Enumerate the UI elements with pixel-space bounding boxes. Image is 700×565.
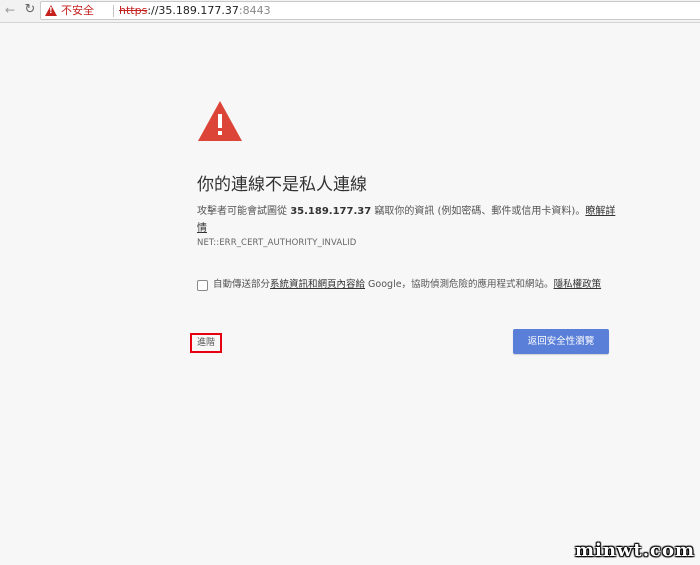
warning-message: 攻擊者可能會試圖從 35.189.177.37 竊取你的資訊 (例如密碼、郵件或… (197, 203, 617, 237)
warning-triangle-icon[interactable] (45, 5, 57, 16)
report-checkbox[interactable] (197, 280, 208, 291)
report-label: 自動傳送部分系統資訊和網頁內容給 Google，協助偵測危險的應用程式和網站。隱… (213, 279, 601, 291)
url-scheme: https (119, 4, 148, 17)
system-info-link[interactable]: 系統資訊和網頁內容給 (270, 279, 365, 290)
omnibox-divider (113, 5, 114, 17)
url-port: :8443 (238, 4, 271, 17)
report-option: 自動傳送部分系統資訊和網頁內容給 Google，協助偵測危險的應用程式和網站。隱… (197, 279, 617, 293)
message-host: 35.189.177.37 (290, 206, 372, 217)
message-text: 攻擊者可能會試圖從 (197, 206, 291, 217)
url-text[interactable]: https://35.189.177.37:8443 (119, 2, 271, 19)
reload-icon[interactable]: ↻ (22, 2, 38, 18)
back-arrow-icon[interactable]: ← (2, 2, 18, 18)
address-bar[interactable]: 不安全 https://35.189.177.37:8443 (40, 1, 700, 20)
warning-triangle-icon (198, 101, 242, 141)
watermark: minwt.com (574, 540, 695, 561)
page-title: 你的連線不是私人連線 (197, 175, 367, 195)
not-secure-label[interactable]: 不安全 (61, 2, 94, 19)
advanced-button[interactable]: 進階 (192, 335, 220, 351)
report-text-start: 自動傳送部分 (213, 279, 271, 290)
back-to-safety-button[interactable]: 返回安全性瀏覽 (513, 329, 609, 354)
privacy-policy-link[interactable]: 隱私權政策 (554, 279, 602, 290)
url-host: ://35.189.177.37 (147, 4, 239, 17)
error-code: NET::ERR_CERT_AUTHORITY_INVALID (197, 238, 357, 248)
advanced-highlight-box: 進階 (190, 333, 222, 353)
report-text-end: Google，協助偵測危險的應用程式和網站。 (365, 279, 554, 290)
message-text-end: 竊取你的資訊 (例如密碼、郵件或信用卡資料)。 (371, 206, 586, 217)
browser-toolbar: ← ↻ 不安全 https://35.189.177.37:8443 (0, 0, 700, 23)
